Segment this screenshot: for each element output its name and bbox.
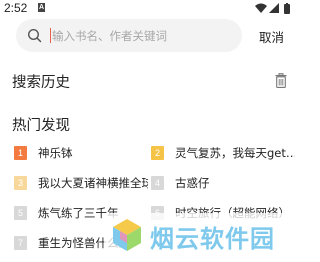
search-input[interactable]	[52, 23, 237, 48]
hot-item[interactable]: 2 灵气复苏，我每天get…	[151, 146, 296, 162]
rank-badge: 7	[14, 236, 27, 250]
hot-item-title: 神乐钵	[38, 146, 73, 160]
hot-item-title: 我以大夏诸神横推全球	[38, 176, 148, 190]
search-icon	[27, 28, 42, 43]
hot-item[interactable]: 4 古惑仔	[151, 176, 296, 192]
status-icons	[254, 2, 294, 14]
hot-item[interactable]: 3 我以大夏诸神横推全球	[14, 176, 149, 192]
watermark-text: 烟云软件园	[150, 225, 275, 253]
trash-icon[interactable]	[275, 73, 287, 88]
hot-discovery-title: 热门发现	[12, 118, 70, 134]
hot-item[interactable]: 1 神乐钵	[14, 146, 139, 162]
watermark-logo	[113, 219, 141, 251]
search-bar[interactable]	[16, 19, 242, 52]
rank-badge: 1	[14, 146, 27, 160]
notification-a-icon: A	[38, 3, 45, 12]
rank-badge: 5	[14, 206, 27, 220]
text-cursor	[50, 28, 51, 43]
watermark: 烟云软件园	[104, 213, 298, 262]
wifi-icon	[255, 3, 267, 13]
status-bar: 2:52 A	[0, 0, 298, 16]
rank-badge: 2	[151, 146, 164, 160]
rank-badge: 4	[151, 176, 164, 190]
rank-badge: 3	[14, 176, 27, 190]
search-history-title: 搜索历史	[12, 75, 70, 91]
hot-item-title: 灵气复苏，我每天get…	[175, 146, 295, 160]
status-time: 2:52	[4, 1, 28, 15]
cancel-button[interactable]: 取消	[259, 27, 284, 46]
battery-icon	[284, 3, 290, 14]
signal-icon	[269, 3, 279, 13]
hot-item-title: 古惑仔	[175, 176, 210, 190]
